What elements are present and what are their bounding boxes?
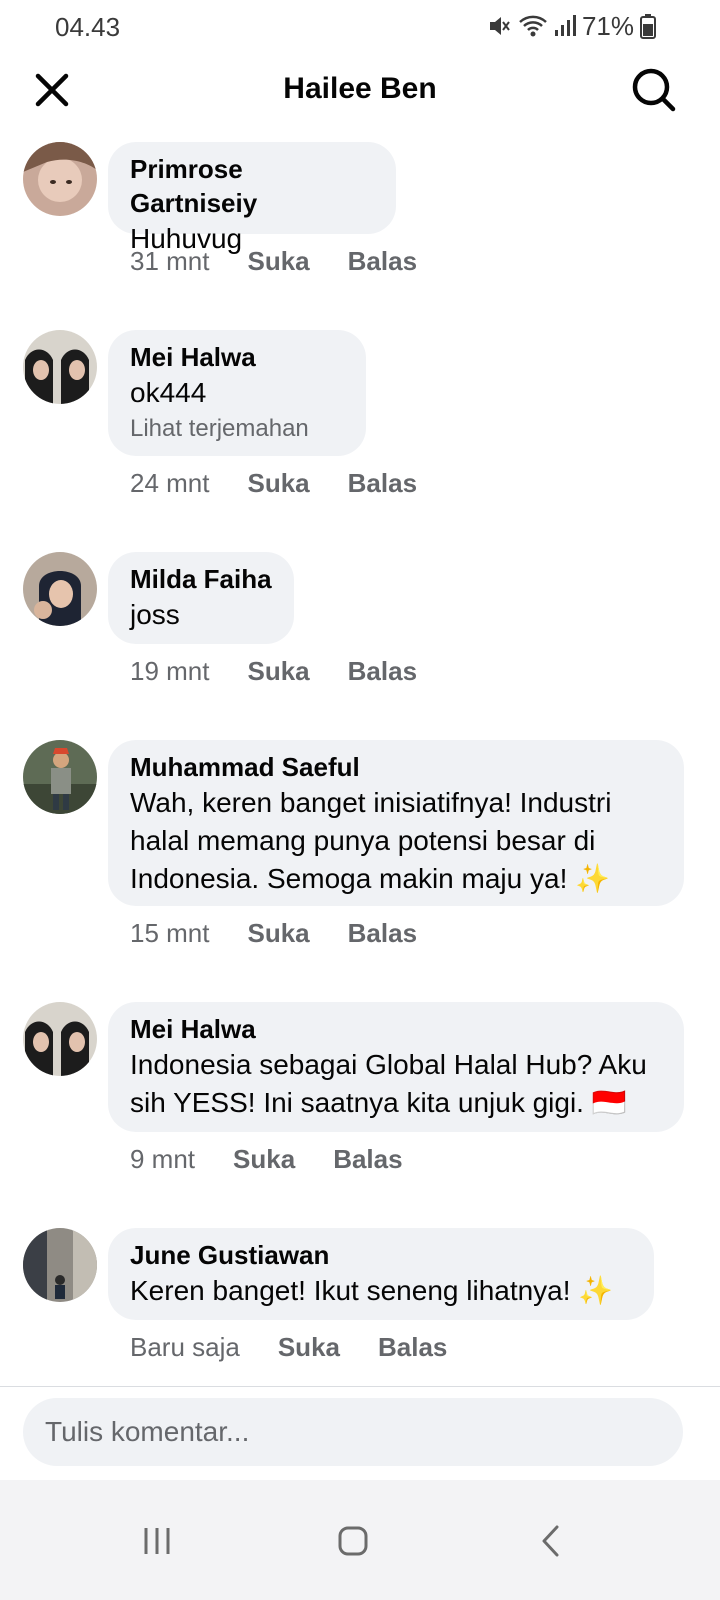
reply-button[interactable]: Balas: [348, 246, 417, 277]
divider: [0, 1386, 720, 1387]
reply-button[interactable]: Balas: [348, 918, 417, 949]
comment-text: joss: [130, 599, 180, 630]
reply-button[interactable]: Balas: [333, 1144, 402, 1175]
status-bar: 04.43 71%: [0, 0, 720, 52]
battery-icon: [640, 13, 656, 39]
back-button[interactable]: [526, 1516, 576, 1566]
reply-button[interactable]: Balas: [348, 656, 417, 687]
like-button[interactable]: Suka: [248, 918, 310, 949]
comment-author[interactable]: Muhammad Saeful: [130, 750, 662, 784]
avatar[interactable]: [23, 142, 97, 216]
comment-actions: 24 mnt Suka Balas: [130, 468, 417, 499]
comment-text-line: halal memang punya potensi besar di: [130, 825, 596, 856]
like-button[interactable]: Suka: [248, 656, 310, 687]
comment-time: 9 mnt: [130, 1144, 196, 1174]
like-button[interactable]: Suka: [278, 1332, 340, 1363]
search-icon: [632, 68, 676, 112]
home-button[interactable]: [328, 1516, 378, 1566]
avatar[interactable]: [23, 1228, 97, 1302]
comment-actions: 19 mnt Suka Balas: [130, 656, 417, 687]
comment-actions: 9 mnt Suka Balas: [130, 1144, 403, 1175]
comment-bubble[interactable]: Milda Faiha joss: [108, 552, 294, 644]
battery-text: 71%: [581, 10, 634, 41]
signal-icon: [554, 14, 576, 38]
header: Hailee Ben: [0, 52, 720, 130]
comment-text: ok444: [130, 377, 207, 408]
comment-time: Baru saja: [130, 1332, 240, 1362]
comment-author[interactable]: Mei Halwa: [130, 340, 344, 374]
reply-button[interactable]: Balas: [348, 468, 417, 499]
comment-bubble[interactable]: Mei Halwa ok444 Lihat terjemahan: [108, 330, 366, 456]
home-icon: [338, 1526, 368, 1556]
comment-time: 19 mnt: [130, 656, 210, 686]
comment-time: 15 mnt: [130, 918, 210, 948]
comment-bubble[interactable]: Mei Halwa Indonesia sebagai Global Halal…: [108, 1002, 684, 1132]
comment-author[interactable]: Milda Faiha: [130, 562, 272, 596]
comment-text-line: sih YESS! Ini saatnya kita unjuk gigi. 🇮…: [130, 1087, 627, 1118]
comment-actions: Baru saja Suka Balas: [130, 1332, 447, 1363]
like-button[interactable]: Suka: [233, 1144, 295, 1175]
comment-input[interactable]: Tulis komentar...: [23, 1398, 683, 1466]
comment-author[interactable]: Primrose Gartniseiy: [130, 152, 374, 220]
avatar[interactable]: [23, 330, 97, 404]
comment-actions: 15 mnt Suka Balas: [130, 918, 417, 949]
wifi-icon: [518, 13, 548, 39]
status-icons: 71%: [486, 10, 656, 42]
like-button[interactable]: Suka: [248, 468, 310, 499]
system-nav-bar: [0, 1480, 720, 1600]
recents-icon: [144, 1528, 170, 1554]
avatar[interactable]: [23, 1002, 97, 1076]
comment-text-line: Indonesia. Semoga makin maju ya! ✨: [130, 863, 610, 894]
comment-actions: 31 mnt Suka Balas: [130, 246, 417, 277]
reply-button[interactable]: Balas: [378, 1332, 447, 1363]
see-translation-link[interactable]: Lihat terjemahan: [130, 412, 344, 446]
comment-input-placeholder: Tulis komentar...: [45, 1416, 250, 1447]
comment-bubble[interactable]: Muhammad Saeful Wah, keren banget inisia…: [108, 740, 684, 906]
comment-text: Keren banget! Ikut seneng lihatnya! ✨: [130, 1275, 614, 1306]
comment-bubble[interactable]: Primrose Gartniseiy Huhuvug: [108, 142, 396, 254]
comment-time: 31 mnt: [130, 246, 210, 276]
recents-button[interactable]: [132, 1516, 182, 1566]
comment-author[interactable]: Mei Halwa: [130, 1012, 662, 1046]
comment-time: 24 mnt: [130, 468, 210, 498]
comment-text-line: Wah, keren banget inisiatifnya! Industri: [130, 787, 612, 818]
avatar[interactable]: [23, 552, 97, 626]
like-button[interactable]: Suka: [248, 246, 310, 277]
back-icon: [542, 1525, 559, 1557]
comment-text-line: Indonesia sebagai Global Halal Hub? Aku: [130, 1049, 647, 1080]
avatar[interactable]: [23, 740, 97, 814]
comment-bubble[interactable]: June Gustiawan Keren banget! Ikut seneng…: [108, 1228, 654, 1320]
search-button[interactable]: [630, 66, 678, 114]
mute-icon: [486, 13, 512, 39]
page-title: Hailee Ben: [283, 72, 437, 105]
status-time: 04.43: [55, 12, 121, 42]
comment-author[interactable]: June Gustiawan: [130, 1238, 632, 1272]
